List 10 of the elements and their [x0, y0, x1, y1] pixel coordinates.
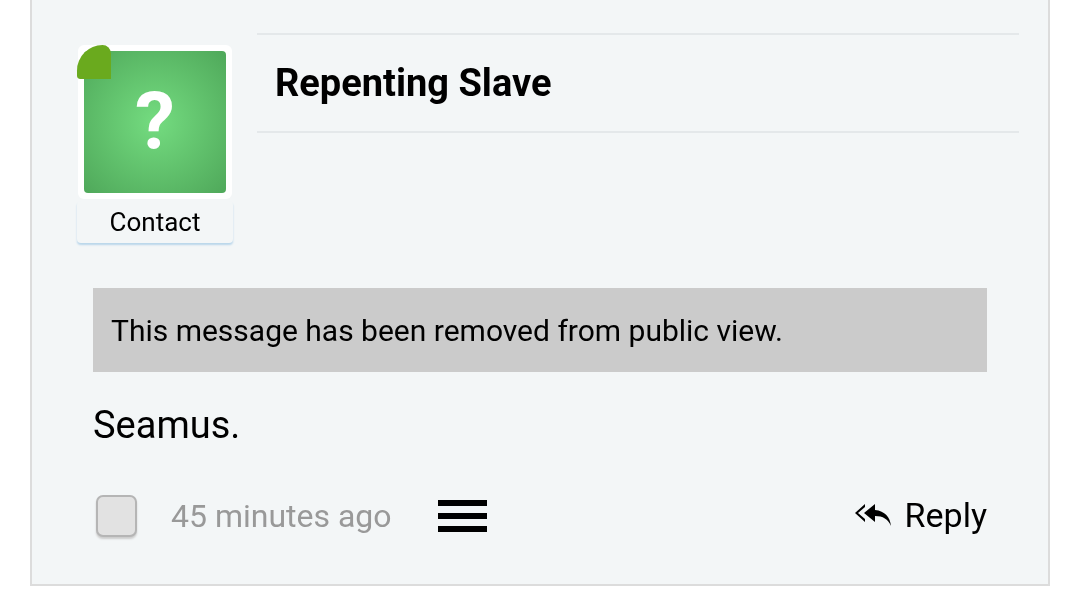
avatar-flag-icon	[77, 45, 111, 79]
contact-button[interactable]: Contact	[77, 201, 233, 243]
post-time: 45 minutes ago	[171, 495, 392, 537]
author-name[interactable]: Repenting Slave	[275, 54, 552, 112]
removed-notice: This message has been removed from public view.	[93, 288, 987, 372]
question-mark-icon: ?	[135, 82, 175, 162]
reply-button[interactable]: Reply	[854, 490, 987, 541]
menu-icon[interactable]	[437, 499, 487, 532]
message-body: Seamus.	[93, 406, 242, 444]
select-checkbox[interactable]	[96, 494, 137, 537]
